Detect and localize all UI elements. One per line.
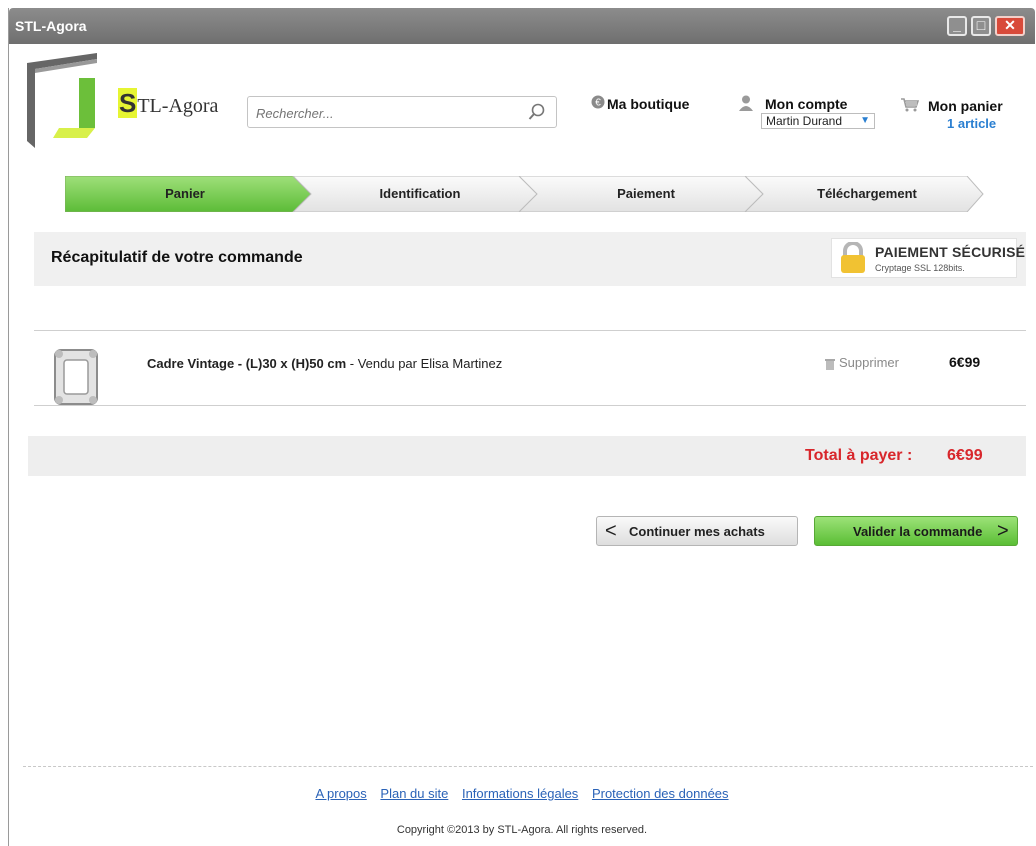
divider xyxy=(34,405,1026,406)
trash-icon xyxy=(825,358,835,370)
validate-order-button[interactable]: Valider la commande > xyxy=(814,516,1018,546)
my-account-label[interactable]: Mon compte xyxy=(765,96,847,112)
continue-shopping-label: Continuer mes achats xyxy=(629,524,765,539)
cart-icon xyxy=(901,98,919,112)
maximize-icon: □ xyxy=(976,17,986,33)
divider xyxy=(34,330,1026,331)
shop-icon: € xyxy=(591,95,605,109)
user-icon xyxy=(739,95,753,111)
step-identification[interactable]: Identification xyxy=(345,186,495,201)
step-payment[interactable]: Paiement xyxy=(571,186,721,201)
logo-rest: TL-Agora xyxy=(137,95,219,117)
close-button[interactable]: ✕ xyxy=(995,16,1025,36)
logo-letter: S xyxy=(118,88,138,118)
footer-divider xyxy=(23,766,1033,767)
step-download[interactable]: Téléchargement xyxy=(787,186,947,201)
my-cart-label[interactable]: Mon panier xyxy=(928,98,1003,114)
order-summary-title: Récapitulatif de votre commande xyxy=(51,249,303,266)
logo-wordmark[interactable]: STL-Agora xyxy=(118,88,218,119)
footer-link-privacy[interactable]: Protection des données xyxy=(592,786,729,801)
search-box xyxy=(247,96,557,128)
secure-payment-title: PAIEMENT SÉCURISÉ xyxy=(875,244,1026,260)
cart-item-seller: - Vendu par Elisa Martinez xyxy=(346,356,503,371)
cart-item-name[interactable]: Cadre Vintage - (L)30 x (H)50 cm xyxy=(147,356,346,371)
svg-text:€: € xyxy=(595,98,601,109)
account-user-select[interactable]: Martin Durand ▼ xyxy=(761,113,875,129)
copyright-text: Copyright ©2013 by STL-Agora. All rights… xyxy=(396,824,648,836)
footer-links: A propos Plan du site Informations légal… xyxy=(9,786,1035,801)
total-label: Total à payer : xyxy=(805,447,913,464)
close-icon: ✕ xyxy=(1004,17,1016,33)
validate-order-label: Valider la commande xyxy=(853,524,983,539)
vintage-frame-thumbnail[interactable] xyxy=(53,346,99,408)
account-user-name: Martin Durand xyxy=(766,114,843,128)
chevron-right-icon: > xyxy=(997,520,1009,542)
secure-payment-subtitle: Cryptage SSL 128bits. xyxy=(875,263,965,273)
search-input[interactable] xyxy=(254,103,518,123)
minimize-icon: _ xyxy=(953,17,961,33)
cart-count[interactable]: 1 article xyxy=(947,116,996,131)
maximize-button[interactable]: □ xyxy=(971,16,991,36)
cart-item-description: Cadre Vintage - (L)30 x (H)50 cm - Vendu… xyxy=(147,356,502,371)
padlock-icon xyxy=(841,242,865,273)
footer-link-legal[interactable]: Informations légales xyxy=(462,786,578,801)
checkout-steps: Panier Identification Paiement Télécharg… xyxy=(65,176,985,212)
my-shop-link[interactable]: Ma boutique xyxy=(607,96,689,112)
delete-item-label: Supprimer xyxy=(839,355,899,370)
search-icon[interactable] xyxy=(528,103,546,121)
chevron-down-icon: ▼ xyxy=(860,115,870,126)
logo-icon[interactable] xyxy=(27,53,103,148)
footer-link-sitemap[interactable]: Plan du site xyxy=(380,786,448,801)
minimize-button[interactable]: _ xyxy=(947,16,967,36)
delete-item-button[interactable]: Supprimer xyxy=(825,355,899,370)
window-title: STL-Agora xyxy=(15,18,87,34)
continue-shopping-button[interactable]: < Continuer mes achats xyxy=(596,516,798,546)
cart-item-price: 6€99 xyxy=(949,354,981,370)
step-cart[interactable]: Panier xyxy=(125,186,245,201)
browser-window: STL-Agora _ □ ✕ STL-Agora € Ma boutique … xyxy=(8,8,1035,846)
chevron-left-icon: < xyxy=(605,520,617,542)
total-value: 6€99 xyxy=(947,447,983,464)
title-bar: STL-Agora _ □ ✕ xyxy=(9,8,1035,44)
footer-link-about[interactable]: A propos xyxy=(315,786,366,801)
